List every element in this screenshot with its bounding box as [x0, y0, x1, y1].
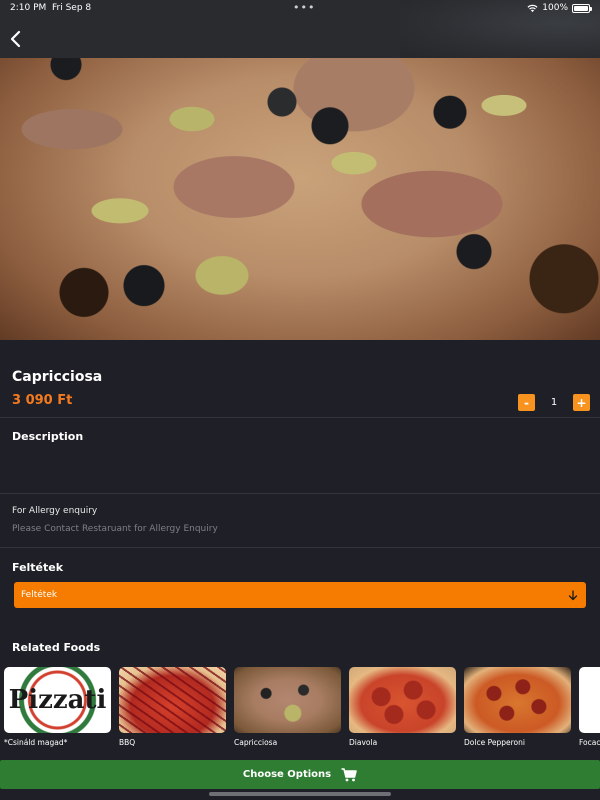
battery-icon [572, 3, 592, 13]
related-food-item[interactable]: Focaccia [579, 667, 600, 747]
food-name: BBQ [119, 738, 136, 747]
choose-options-button[interactable]: Choose Options [0, 760, 600, 789]
related-food-item[interactable]: BBQ [119, 667, 226, 747]
product-detail-screen: 2:10 PM Fri Sep 8 ••• 100% Capricciosa 3… [0, 0, 600, 800]
cart-icon [341, 767, 357, 781]
food-image [234, 667, 341, 733]
choose-options-label: Choose Options [242, 769, 332, 780]
battery-percent: 100% [542, 3, 568, 13]
divider [0, 547, 600, 548]
product-price: 3 090 Ft [12, 393, 73, 408]
increase-quantity-button[interactable]: + [573, 394, 590, 411]
chevron-left-icon [10, 30, 21, 48]
description-heading: Description [12, 430, 84, 443]
related-foods-list: Pizzati *Csináld magad* BBQ Capricciosa … [4, 667, 600, 747]
food-name: Focaccia [579, 738, 600, 747]
related-food-item[interactable]: Dolce Pepperoni [464, 667, 571, 747]
conditions-dropdown[interactable]: Feltétek [14, 582, 586, 608]
divider [0, 493, 600, 494]
food-name: Dolce Pepperoni [464, 738, 525, 747]
pizzati-logo: Pizzati [8, 685, 107, 715]
allergy-title: For Allergy enquiry [12, 506, 98, 516]
conditions-dropdown-value: Feltétek [21, 590, 58, 600]
status-right: 100% [527, 3, 592, 13]
divider [0, 417, 600, 418]
food-image: Pizzati [4, 667, 111, 733]
status-bar: 2:10 PM Fri Sep 8 ••• 100% [0, 0, 600, 16]
multitask-dots[interactable]: ••• [293, 1, 315, 14]
conditions-heading: Feltétek [12, 561, 64, 574]
arrow-down-icon [568, 589, 578, 600]
related-foods-heading: Related Foods [12, 641, 101, 654]
wifi-icon [527, 4, 538, 12]
status-date: Fri Sep 8 [52, 3, 92, 13]
food-image [119, 667, 226, 733]
related-food-item[interactable]: Diavola [349, 667, 456, 747]
home-indicator[interactable] [209, 792, 391, 796]
related-food-item[interactable]: Capricciosa [234, 667, 341, 747]
decrease-quantity-button[interactable]: - [518, 394, 535, 411]
food-image [349, 667, 456, 733]
status-time: 2:10 PM Fri Sep 8 [10, 3, 92, 13]
quantity-stepper: - 1 + [518, 394, 590, 411]
food-image [579, 667, 600, 733]
quantity-value: 1 [550, 397, 558, 408]
food-name: Diavola [349, 738, 378, 747]
product-title: Capricciosa [12, 369, 103, 385]
allergy-text: Please Contact Restaruant for Allergy En… [12, 524, 218, 534]
related-food-item[interactable]: Pizzati *Csináld magad* [4, 667, 111, 747]
food-name: Capricciosa [234, 738, 278, 747]
food-image [464, 667, 571, 733]
back-button[interactable] [4, 26, 26, 52]
food-name: *Csináld magad* [4, 738, 68, 747]
